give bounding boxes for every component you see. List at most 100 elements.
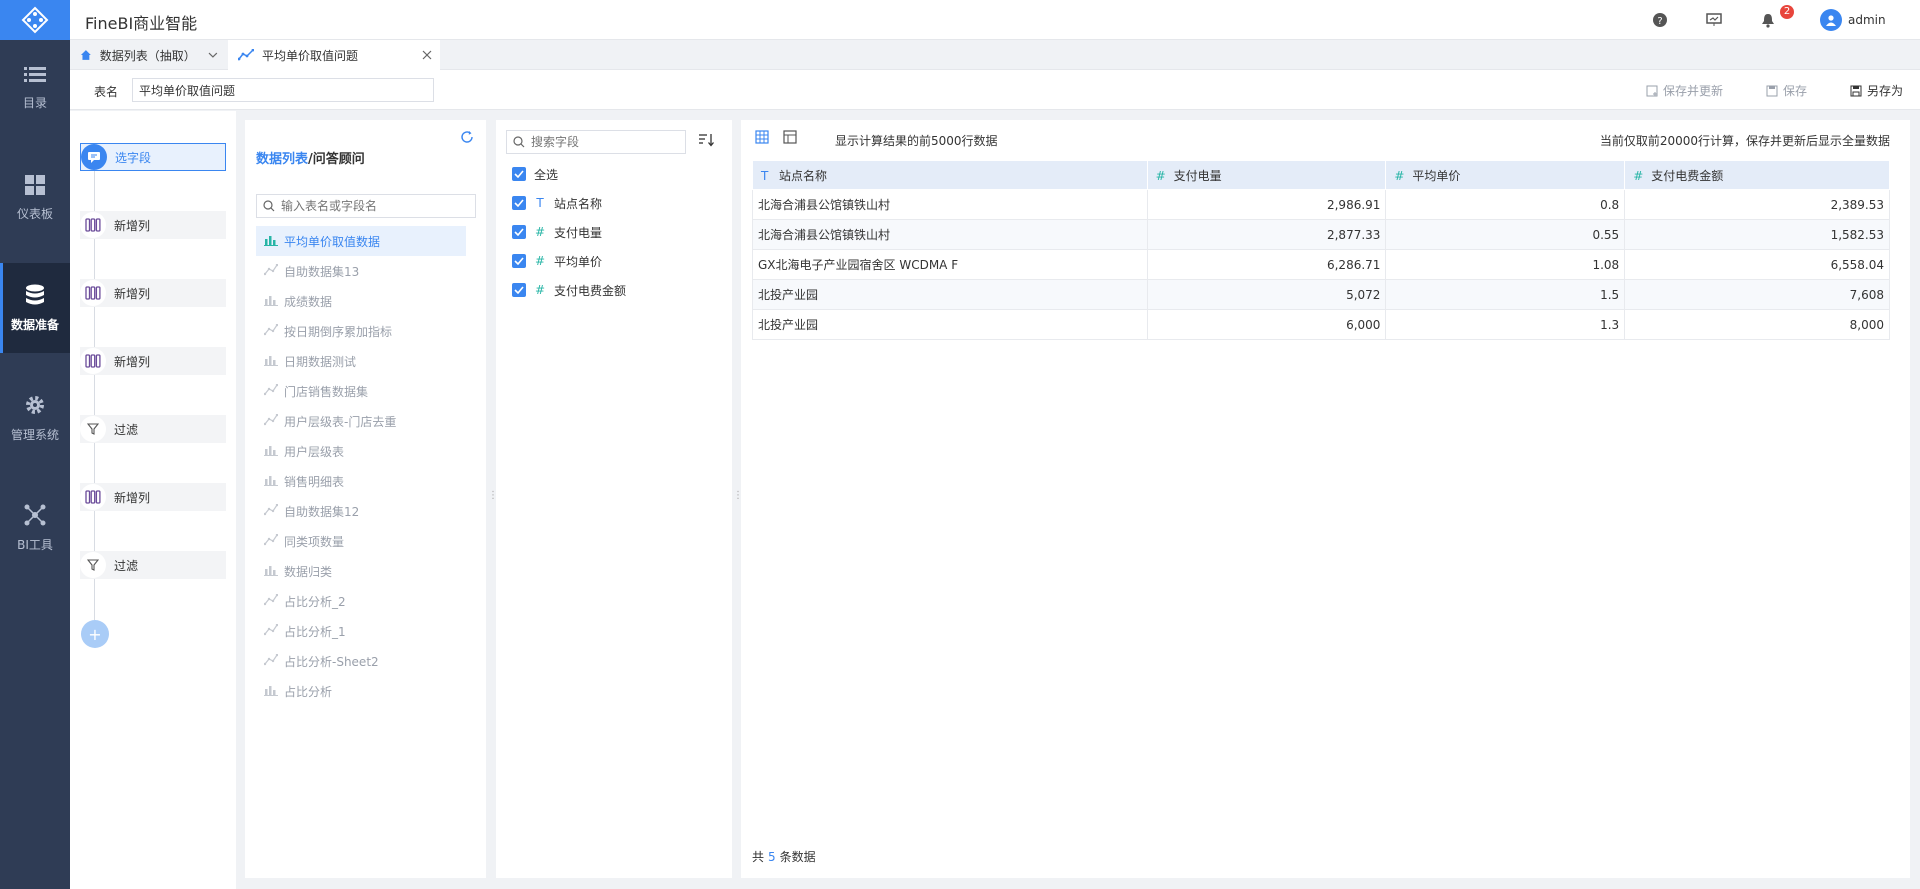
sort-icon[interactable] [698,132,716,151]
field-item[interactable]: # 支付电量 [512,222,602,242]
dataset-item[interactable]: 按日期倒序累加指标 [256,316,466,346]
table-cell: 1.5 [1385,279,1626,310]
notification-badge: 2 [1780,5,1794,19]
dataset-item-label: 平均单价取值数据 [284,234,381,249]
dataset-item[interactable]: 用户层级表-门店去重 [256,406,466,436]
nav-item-management[interactable]: 管理系统 [0,373,70,463]
dataset-item[interactable]: 成绩数据 [256,286,466,316]
tab-bar: 数据列表（抽取） 平均单价取值问题 [70,40,1920,70]
dataset-item[interactable]: 数据归类 [256,556,466,586]
help-icon[interactable]: ? [1650,10,1670,30]
select-all-checkbox[interactable]: 全选 [512,164,558,184]
form-view-icon[interactable] [783,130,797,147]
dataset-search-input[interactable] [281,199,461,213]
dataset-item-label: 用户层级表 [284,444,345,459]
dataset-item[interactable]: 同类项数量 [256,526,466,556]
tab-label: 数据列表（抽取） [99,48,196,63]
add-column-icon [80,348,106,374]
resize-handle[interactable]: ⋮ [733,490,743,506]
add-column-icon [80,280,106,306]
column-header[interactable]: # 平均单价 [1385,160,1626,190]
dataset-item[interactable]: 日期数据测试 [256,346,466,376]
breadcrumb-current: /问答顾问 [308,152,365,167]
nav-item-data-prep[interactable]: 数据准备 [0,263,70,353]
table-dataset-icon [264,564,278,579]
dataset-search[interactable] [256,194,476,218]
logo-icon [21,6,49,34]
bell-icon[interactable] [1758,10,1778,30]
step-add-column[interactable]: 新增列 [80,483,226,511]
field-item-label: 平均单价 [554,254,603,269]
table-cell: 2,986.91 [1146,189,1387,220]
self-dataset-icon [263,413,279,429]
close-icon[interactable] [422,50,432,60]
dataset-item-label: 销售明细表 [284,474,345,489]
tab-data-list[interactable]: 数据列表（抽取） [70,40,228,70]
nav-item-catalog[interactable]: 目录 [0,43,70,133]
nav-label: 数据准备 [10,317,59,332]
table-cell: 北海合浦县公馆镇铁山村 [752,189,1148,220]
table-dataset-icon [264,354,278,369]
save-icon [1766,85,1778,96]
field-search[interactable] [506,130,686,154]
add-step-button[interactable]: + [81,620,109,648]
column-header[interactable]: # 支付电费金额 [1624,160,1890,190]
step-filter[interactable]: 过滤 [80,551,226,579]
step-add-column[interactable]: 新增列 [80,279,226,307]
refresh-icon[interactable] [460,130,474,147]
grid-view-icon[interactable] [755,130,769,147]
resize-handle[interactable]: ⋮ [488,490,498,506]
network-icon [24,504,46,525]
table-name-input[interactable] [132,78,434,102]
save-update-icon [1646,85,1658,96]
field-item[interactable]: # 平均单价 [512,251,602,271]
field-item[interactable]: # 支付电费金额 [512,280,626,300]
search-icon [513,136,525,148]
dataset-item[interactable]: 用户层级表 [256,436,466,466]
field-search-input[interactable] [531,135,671,149]
number-type-icon: # [1155,168,1166,183]
save-button[interactable]: 保存 [1766,82,1807,99]
app-logo[interactable] [0,0,70,40]
step-add-column[interactable]: 新增列 [80,211,226,239]
breadcrumb-link[interactable]: 数据列表 [256,152,308,167]
dataset-item[interactable]: 自助数据集12 [256,496,466,526]
dataset-item[interactable]: 占比分析_2 [256,586,466,616]
table-cell: 北投产业园 [752,309,1148,340]
dataset-item[interactable]: 占比分析_1 [256,616,466,646]
chevron-down-icon[interactable] [208,52,218,58]
table-cell: 7,608 [1624,279,1890,310]
tab-avg-price[interactable]: 平均单价取值问题 [228,40,440,70]
dataset-item[interactable]: 门店销售数据集 [256,376,466,406]
save-as-button[interactable]: 另存为 [1850,82,1903,99]
save-and-update-button[interactable]: 保存并更新 [1646,82,1723,99]
table-row: 北海合浦县公馆镇铁山村 2,877.33 0.55 1,582.53 [752,219,1890,250]
dataset-item[interactable]: 自助数据集13 [256,256,466,286]
filter-icon [80,416,106,442]
column-header[interactable]: # 支付电量 [1146,160,1387,190]
step-select-fields[interactable]: 选字段 [80,143,226,171]
select-fields-icon [81,144,107,170]
dataset-item[interactable]: 平均单价取值数据 [256,226,466,256]
dataset-item[interactable]: 占比分析-Sheet2 [256,646,466,676]
self-dataset-icon [263,383,279,399]
self-dataset-icon [263,653,279,669]
user-menu[interactable]: admin [1820,9,1886,31]
dataset-item-label: 按日期倒序累加指标 [284,324,393,339]
dataset-item[interactable]: 占比分析 [256,676,466,706]
table-cell: 北投产业园 [752,279,1148,310]
dataset-item-label: 用户层级表-门店去重 [284,414,397,429]
table-row: 北投产业园 6,000 1.3 8,000 [752,309,1890,340]
nav-item-bi-tools[interactable]: BI工具 [0,483,70,573]
step-add-column[interactable]: 新增列 [80,347,226,375]
column-header[interactable]: T 站点名称 [752,160,1148,190]
dataset-item[interactable]: 销售明细表 [256,466,466,496]
presentation-icon[interactable] [1704,10,1724,30]
number-type-icon: # [534,225,546,239]
self-dataset-icon [263,593,279,609]
field-item[interactable]: T 站点名称 [512,193,602,213]
nav-item-dashboard[interactable]: 仪表板 [0,153,70,243]
step-filter[interactable]: 过滤 [80,415,226,443]
avatar [1820,9,1842,31]
nav-label: 目录 [22,95,47,110]
